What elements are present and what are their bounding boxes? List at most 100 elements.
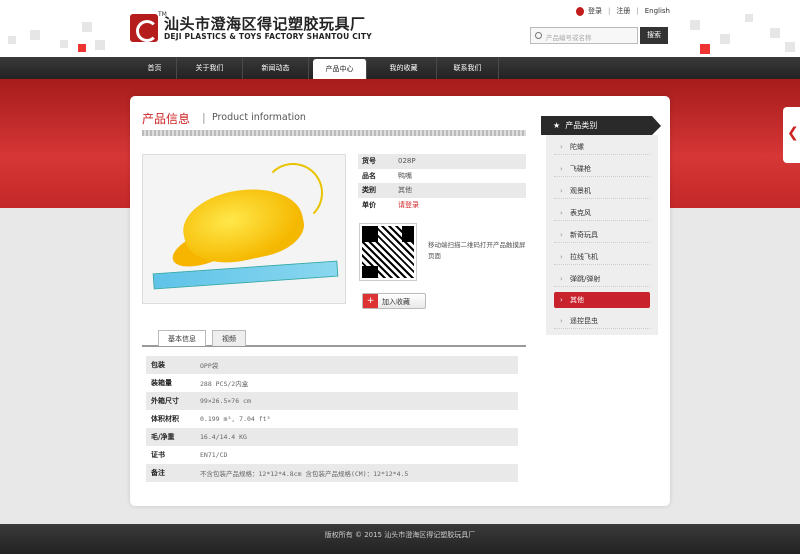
product-panel: 产品信息 | Product information 货号 028P 品名 鸭嘴 类… [130,96,670,506]
main-nav: 首页 关于我们 新闻动态 产品中心 我的收藏 联系我们 [0,57,800,79]
register-link[interactable]: 注册 [616,6,630,16]
search-input[interactable]: 产品编号或名称 [530,27,638,44]
category-item[interactable]: 新奇玩具 [554,227,650,243]
spec-value: 其他 [398,186,412,195]
add-favorite-label: 加入收藏 [382,298,410,306]
brand-name-cn[interactable]: 汕头市澄海区得记塑胶玩具厂 [164,13,366,34]
language-link[interactable]: English [645,7,670,15]
title-separator: | [202,111,206,124]
decor-square [700,44,710,54]
detail-tabs: 基本信息 视频 [142,330,526,347]
tab-basic-info[interactable]: 基本信息 [158,330,206,346]
spec-row: 类别 其他 [358,183,526,198]
search-button[interactable]: 搜索 [640,27,668,44]
decor-square [60,40,68,48]
spec-value: 鸭嘴 [398,171,412,180]
page-title: 产品信息 [142,112,191,126]
product-spec-table: 货号 028P 品名 鸭嘴 类别 其他 单价 请登录 [358,154,526,212]
detail-value: 不含包装产品规格：12*12*4.8cm 含包装产品规格(CM)：12*12*4… [200,470,409,478]
detail-value: EN71/CD [200,451,228,459]
detail-table: 包装 OPP袋 装箱量 288 PCS/2内盒 外箱尺寸 99×26.5×76 cm … [146,356,518,482]
add-favorite-button[interactable]: + 加入收藏 [362,293,426,309]
category-item[interactable]: 观景机 [554,183,650,199]
decor-square [82,22,92,32]
detail-value: 99×26.5×76 cm [200,397,251,405]
chevron-left-icon: ❮ [787,125,799,141]
nav-item-news[interactable]: 新闻动态 [243,57,309,79]
divider: | [608,7,611,15]
decor-square [30,30,40,40]
category-item[interactable]: 陀螺 [554,139,650,155]
nav-item-home[interactable]: 首页 [133,57,177,79]
detail-row: 体积材积 0.199 m³, 7.04 ft³ [146,410,518,428]
category-list: 陀螺 飞碟枪 观景机 表克风 新奇玩具 拉线飞机 弹跳/弹射 其他 遥控昆虫 [546,135,658,335]
category-title: 产品类别 [565,121,598,130]
tab-video[interactable]: 视频 [212,330,246,346]
decor-square [770,28,780,38]
category-item[interactable]: 弹跳/弹射 [554,271,650,287]
detail-key: 装箱量 [151,379,172,387]
decor-square [745,14,753,22]
category-header: ★ 产品类别 [541,116,661,135]
site-header: TM 汕头市澄海区得记塑胶玩具厂 DEJI PLASTICS & TOYS FA… [0,0,800,57]
detail-key: 外箱尺寸 [151,397,179,405]
detail-row: 外箱尺寸 99×26.5×76 cm [146,392,518,410]
spec-row: 单价 请登录 [358,198,526,213]
detail-value: 288 PCS/2内盒 [200,380,249,388]
search-bar: 产品编号或名称 搜索 [530,27,668,44]
decor-square [690,20,700,30]
detail-row: 装箱量 288 PCS/2内盒 [146,374,518,392]
decor-square [78,44,86,52]
detail-row: 证书 EN71/CD [146,446,518,464]
detail-key: 包装 [151,361,165,369]
site-footer: 版权所有 © 2015 汕头市澄海区得记塑胶玩具厂 [0,524,800,554]
category-item[interactable]: 遥控昆虫 [554,313,650,329]
category-item[interactable]: 拉线飞机 [554,249,650,265]
plus-icon: + [363,294,378,308]
side-toggle-tab[interactable]: ❮ [783,107,800,163]
spec-key: 货号 [362,157,376,166]
spec-key: 品名 [362,171,376,180]
qr-caption: 移动端扫描二维码打开产品触摸屏页面 [428,241,526,260]
decor-square [8,36,16,44]
divider: | [636,7,639,15]
spec-row: 品名 鸭嘴 [358,169,526,184]
page-subtitle: Product information [212,112,306,123]
category-item[interactable]: 表克风 [554,205,650,221]
nav-item-products[interactable]: 产品中心 [313,59,367,79]
login-for-price-link[interactable]: 请登录 [398,200,419,210]
nav-item-favorites[interactable]: 我的收藏 [371,57,437,79]
detail-value: OPP袋 [200,362,219,370]
nav-item-contact[interactable]: 联系我们 [437,57,499,79]
product-image[interactable] [142,154,346,304]
top-links: 登录 | 注册 | English [576,6,670,16]
detail-key: 毛/净重 [151,433,175,441]
brand-name-en: DEJI PLASTICS & TOYS FACTORY SHANTOU CIT… [164,32,372,41]
spec-key: 类别 [362,186,376,195]
detail-row: 包装 OPP袋 [146,356,518,374]
spec-row: 货号 028P [358,154,526,169]
detail-key: 备注 [151,469,165,477]
apple-icon [576,6,584,16]
category-item[interactable]: 飞碟枪 [554,161,650,177]
title-underline [142,130,526,136]
nav-item-about[interactable]: 关于我们 [177,57,243,79]
login-link[interactable]: 登录 [588,6,602,16]
search-placeholder: 产品编号或名称 [546,34,592,42]
detail-value: 0.199 m³, 7.04 ft³ [200,415,271,423]
detail-key: 证书 [151,451,165,459]
search-icon [535,32,542,39]
detail-row: 毛/净重 16.4/14.4 KG [146,428,518,446]
logo-icon[interactable] [130,14,158,42]
star-icon: ★ [553,121,566,130]
decor-square [785,42,795,52]
decor-square [720,34,730,44]
decor-square [95,40,105,50]
spec-key: 单价 [362,200,376,209]
detail-key: 体积材积 [151,415,179,423]
spec-value: 028P [398,157,416,166]
qr-code [359,223,417,281]
detail-row: 备注 不含包装产品规格：12*12*4.8cm 含包装产品规格(CM)：12*12… [146,464,518,482]
category-item-active[interactable]: 其他 [554,292,650,308]
detail-value: 16.4/14.4 KG [200,433,247,441]
